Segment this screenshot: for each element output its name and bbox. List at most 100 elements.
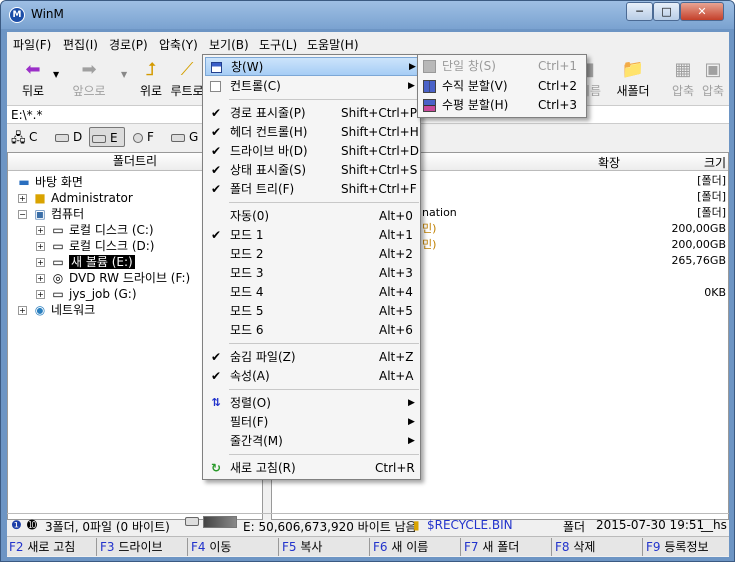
tree-node-desktop[interactable]: ▬ 바탕 화면	[16, 174, 83, 190]
submenu-arrow-icon: ▶	[408, 436, 415, 446]
f9-properties-button[interactable]: F9 등록정보	[644, 538, 729, 556]
menu-item-drive-bar[interactable]: ✔ 드라이브 바(D) Shift+Ctrl+D	[205, 142, 419, 161]
menu-item-horizontal-split[interactable]: 수평 분할(H) Ctrl+3	[420, 96, 584, 115]
computer-icon[interactable]: 🖧	[11, 129, 26, 151]
tree-node-drive-e[interactable]: + ▭ 새 볼륨 (E:)	[36, 254, 135, 270]
list-item[interactable]: 민) 200,00GB	[422, 221, 726, 237]
menu-view[interactable]: 보기(B)	[209, 36, 249, 53]
menu-item-folder-tree[interactable]: ✔ 폴더 트리(F) Shift+Ctrl+F	[205, 180, 418, 199]
new-folder-button[interactable]: 📁 새폴더	[607, 58, 659, 102]
expand-icon[interactable]: +	[36, 226, 45, 235]
menu-tools[interactable]: 도구(L)	[259, 36, 297, 53]
list-item[interactable]: 0KB	[422, 285, 726, 301]
drive-f[interactable]: F	[131, 127, 154, 147]
column-extension[interactable]: 확장	[598, 154, 620, 171]
menu-item-control[interactable]: 컨트롤(C) ▶	[205, 77, 418, 96]
close-button[interactable]: ✕	[680, 2, 724, 21]
f6-rename-button[interactable]: F6 새 이름	[371, 538, 461, 556]
menu-edit[interactable]: 편집(I)	[63, 36, 98, 53]
f7-new-folder-button[interactable]: F7 새 폴더	[462, 538, 552, 556]
expand-icon[interactable]: +	[36, 258, 45, 267]
menu-item-single-window[interactable]: 단일 창(S) Ctrl+1	[420, 57, 584, 76]
menu-item-line-spacing[interactable]: 줄간격(M) ▶	[205, 432, 418, 451]
list-item[interactable]: 265,76GB	[422, 253, 726, 269]
menu-file[interactable]: 파일(F)	[13, 36, 51, 53]
status-type: 폴더	[563, 520, 586, 534]
control-icon	[210, 81, 221, 92]
column-size[interactable]: 크기	[704, 154, 726, 171]
minimize-button[interactable]: ─	[626, 2, 653, 21]
expand-icon[interactable]: +	[18, 306, 27, 315]
forward-arrow-icon: ➡	[81, 59, 97, 80]
root-button[interactable]: ⟋ 루트로	[167, 58, 207, 102]
menu-item-window[interactable]: 창(W) ▶	[205, 57, 418, 76]
f2-refresh-button[interactable]: F2 새로 고침	[7, 538, 97, 556]
menu-item-header-control[interactable]: ✔ 헤더 컨트롤(H) Shift+Ctrl+H	[205, 123, 419, 142]
menu-item-refresh[interactable]: ↻ 새로 고침(R) Ctrl+R	[205, 459, 418, 478]
menu-item-path-bar[interactable]: ✔ 경로 표시줄(P) Shift+Ctrl+P	[205, 104, 418, 123]
compress2-button[interactable]: ▣ 압축	[697, 58, 729, 102]
expand-icon[interactable]: +	[36, 242, 45, 251]
current-path[interactable]: E:\*.*	[11, 108, 42, 122]
tree-node-drive-g[interactable]: + ▭ jys_job (G:)	[36, 286, 137, 302]
root-icon: ⟋	[180, 59, 194, 80]
back-button[interactable]: ⬅ 뒤로	[7, 58, 59, 102]
forward-button[interactable]: ➡ 앞으로	[63, 58, 115, 102]
menu-path[interactable]: 경로(P)	[109, 36, 148, 53]
menu-item-attributes[interactable]: ✔ 속성(A) Alt+A	[205, 367, 418, 386]
expand-icon[interactable]: +	[36, 290, 45, 299]
menu-item-sort[interactable]: ⇅ 정렬(O) ▶	[205, 394, 418, 413]
expand-icon[interactable]: +	[18, 194, 27, 203]
list-item[interactable]: 민) 200,00GB	[422, 237, 726, 253]
drive-d[interactable]: D	[53, 127, 82, 147]
tree-node-drive-c[interactable]: + ▭ 로컬 디스크 (C:)	[36, 222, 154, 238]
f3-drive-button[interactable]: F3 드라이브	[98, 538, 188, 556]
menu-item-status-bar[interactable]: ✔ 상태 표시줄(S) Shift+Ctrl+S	[205, 161, 418, 180]
collapse-icon[interactable]: −	[18, 210, 27, 219]
info-icon: ❶	[11, 518, 22, 532]
menu-item-mode-6[interactable]: 모드 6 Alt+6	[205, 321, 418, 340]
back-arrow-icon: ⬅	[25, 59, 41, 80]
menu-help[interactable]: 도움말(H)	[307, 36, 359, 53]
menu-separator	[229, 454, 419, 455]
menu-compress[interactable]: 압축(Y)	[159, 36, 198, 53]
menu-bar: 파일(F) 편집(I) 경로(P) 압축(Y) 보기(B) 도구(L) 도움말(…	[7, 32, 729, 54]
tree-node-computer[interactable]: − ▣ 컴퓨터	[18, 206, 84, 222]
title-bar[interactable]: M WinM ─ □ ✕	[1, 1, 734, 29]
status-free-space: E: 50,606,673,920 바이트 남음	[243, 520, 417, 534]
back-dropdown-icon[interactable]: ▼	[53, 70, 59, 79]
list-item[interactable]: nation [폴더]	[422, 205, 726, 221]
expand-icon[interactable]: +	[36, 274, 45, 283]
f5-copy-button[interactable]: F5 복사	[280, 538, 370, 556]
f4-move-button[interactable]: F4 이동	[189, 538, 279, 556]
menu-item-mode-5[interactable]: 모드 5 Alt+5	[205, 302, 418, 321]
dvd-icon: ◎	[52, 271, 64, 285]
drive-c[interactable]: C	[27, 127, 37, 147]
check-icon: ✔	[210, 228, 222, 242]
menu-item-auto[interactable]: 자동(0) Alt+0	[205, 207, 418, 226]
drive-e[interactable]: E	[89, 127, 125, 147]
menu-item-hidden-files[interactable]: ✔ 숨김 파일(Z) Alt+Z	[205, 348, 418, 367]
menu-item-vertical-split[interactable]: 수직 분할(V) Ctrl+2	[420, 77, 584, 96]
view-menu-dropdown: 창(W) ▶ 컨트롤(C) ▶ ✔ 경로 표시줄(P) Shift+Ctrl+P ✔ 헤더…	[202, 54, 421, 480]
tree-node-drive-f[interactable]: + ◎ DVD RW 드라이브 (F:)	[36, 270, 190, 286]
f8-delete-button[interactable]: F8 삭제	[553, 538, 643, 556]
menu-item-mode-3[interactable]: 모드 3 Alt+3	[205, 264, 418, 283]
window-title: WinM	[31, 7, 64, 21]
disk-usage-bar	[203, 516, 237, 528]
drive-g[interactable]: G	[169, 127, 198, 147]
list-item[interactable]: [폴더]	[422, 173, 726, 189]
menu-item-mode-2[interactable]: 모드 2 Alt+2	[205, 245, 418, 264]
tree-node-drive-d[interactable]: + ▭ 로컬 디스크 (D:)	[36, 238, 154, 254]
vertical-split-icon	[423, 80, 436, 93]
menu-item-mode-1[interactable]: ✔ 모드 1 Alt+1	[205, 226, 418, 245]
menu-item-mode-4[interactable]: 모드 4 Alt+4	[205, 283, 418, 302]
menu-separator	[229, 343, 419, 344]
folder-icon: ▮	[413, 518, 420, 532]
tree-node-administrator[interactable]: + ■ Administrator	[18, 190, 133, 206]
tree-node-network[interactable]: + ◉ 네트워크	[18, 302, 95, 318]
drive-icon: ▭	[52, 239, 64, 253]
menu-item-filter[interactable]: 필터(F) ▶	[205, 413, 418, 432]
list-item[interactable]: [폴더]	[422, 189, 726, 205]
maximize-button[interactable]: □	[653, 2, 680, 21]
